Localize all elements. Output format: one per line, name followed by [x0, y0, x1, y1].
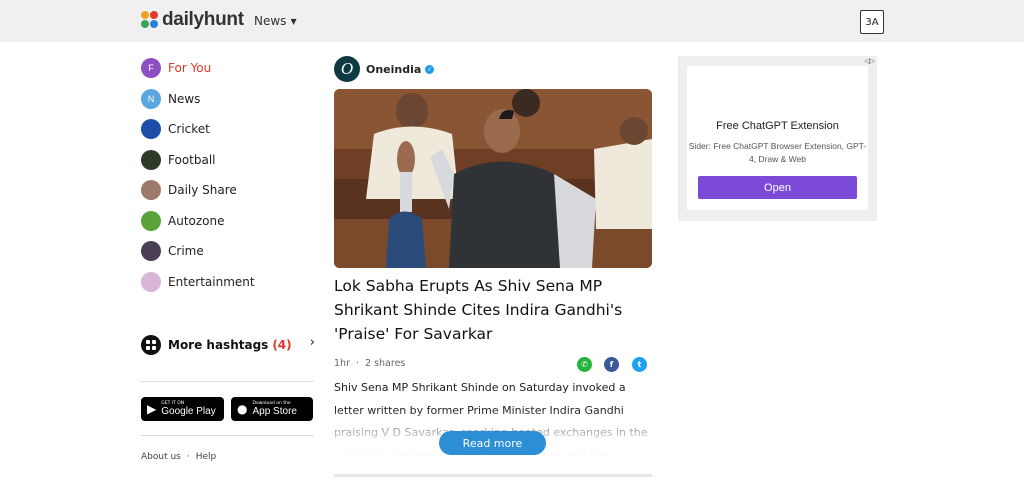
ad-choices-icon[interactable]: ◁▷ [864, 57, 875, 65]
sidebar-item-icon: F [141, 58, 161, 79]
translate-icon: 3A [865, 16, 879, 28]
sidebar-item-icon [141, 119, 161, 140]
sidebar-item-label: Cricket [168, 122, 210, 137]
top-bar: dailyhunt News ▼ 3A [0, 0, 1024, 42]
chevron-right-icon: › [309, 335, 315, 350]
parliament-photo [334, 89, 652, 268]
more-hashtags-label: More hashtags [168, 338, 269, 352]
footer-links: About us · Help [141, 452, 216, 462]
whatsapp-share-icon[interactable]: ✆ [577, 357, 592, 372]
sidebar-item-entertainment[interactable]: Entertainment [141, 267, 315, 298]
sidebar-item-crime[interactable]: Crime [141, 236, 315, 267]
caret-down-icon: ▼ [290, 16, 297, 26]
google-play-big: Google Play [161, 406, 216, 417]
ad-description: Sider: Free ChatGPT Browser Extension, G… [688, 141, 867, 164]
sidebar-item-label: Entertainment [168, 274, 255, 289]
article-hero-image[interactable] [334, 89, 652, 268]
article-bottom-rule [334, 474, 652, 477]
sidebar-item-label: For You [168, 61, 212, 76]
more-hashtags-link[interactable]: More hashtags (4) › [141, 333, 315, 357]
sidebar-divider-2 [141, 435, 314, 436]
meta-separator: · [355, 358, 360, 369]
brand-name: dailyhunt [162, 9, 244, 30]
ad-title: Free ChatGPT Extension [716, 120, 839, 132]
sidebar-item-for-you[interactable]: F For You [141, 53, 315, 84]
apple-icon: ● [237, 402, 248, 416]
sidebar-divider [141, 381, 314, 382]
about-us-link[interactable]: About us [141, 452, 181, 462]
oneindia-logo: O [334, 56, 360, 82]
sidebar-item-icon [141, 210, 161, 231]
app-store-button[interactable]: ● Download on the App Store [231, 397, 313, 421]
hashtags-count: (4) [272, 338, 292, 352]
article-headline[interactable]: Lok Sabha Erupts As Shiv Sena MP Shrikan… [334, 274, 652, 346]
language-switch-button[interactable]: 3A [860, 10, 884, 34]
sidebar-item-label: News [168, 91, 201, 106]
article-time: 1hr [334, 358, 350, 369]
logo-mark-icon [141, 11, 159, 29]
footer-separator: · [186, 452, 190, 462]
twitter-share-icon[interactable]: t [632, 357, 647, 372]
sidebar-item-icon [141, 271, 161, 292]
sidebar-item-label: Football [168, 152, 216, 167]
facebook-share-icon[interactable]: f [604, 357, 619, 372]
sidebar-item-icon: N [141, 88, 161, 109]
verified-badge-icon: ✓ [425, 64, 435, 74]
app-store-big: App Store [252, 406, 297, 417]
article-meta: 1hr · 2 shares [334, 358, 405, 369]
google-play-button[interactable]: ▶ GET IT ON Google Play [141, 397, 224, 421]
sidebar-item-label: Daily Share [168, 183, 237, 198]
sidebar-item-news[interactable]: N News [141, 84, 315, 115]
read-more-button[interactable]: Read more [439, 431, 546, 455]
google-play-icon: ▶ [147, 402, 157, 416]
help-link[interactable]: Help [196, 452, 217, 462]
sidebar-item-icon [141, 149, 161, 170]
sidebar-item-daily-share[interactable]: Daily Share [141, 175, 315, 206]
source-name: Oneindia [366, 62, 422, 76]
sidebar-item-label: Autozone [168, 213, 225, 228]
news-dropdown[interactable]: News ▼ [254, 14, 297, 28]
sidebar-item-label: Crime [168, 244, 204, 259]
article-source[interactable]: O Oneindia ✓ [334, 56, 435, 82]
sidebar-item-cricket[interactable]: Cricket [141, 114, 315, 145]
news-dropdown-label: News [254, 14, 287, 28]
sidebar-item-autozone[interactable]: Autozone [141, 206, 315, 237]
grid-icon [141, 335, 161, 355]
dailyhunt-logo[interactable]: dailyhunt [141, 9, 244, 31]
ad-card[interactable]: Free ChatGPT Extension Sider: Free ChatG… [687, 66, 868, 210]
sidebar-item-football[interactable]: Football [141, 145, 315, 176]
sidebar-nav: F For You N News Cricket Football Daily Share A… [141, 53, 315, 297]
ad-open-button[interactable]: Open [698, 176, 857, 199]
article-shares: 2 shares [365, 358, 406, 369]
sidebar-item-icon [141, 241, 161, 262]
sidebar-item-icon [141, 180, 161, 201]
sidebar-ad: Free ChatGPT Extension Sider: Free ChatG… [678, 56, 877, 221]
